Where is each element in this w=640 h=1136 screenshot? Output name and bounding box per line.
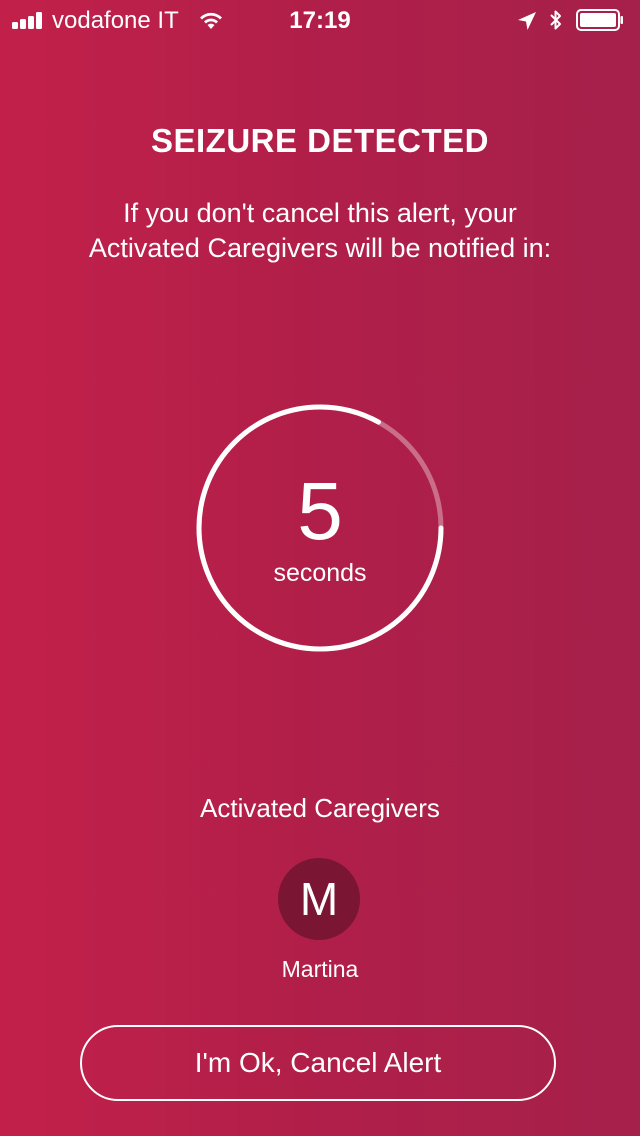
location-arrow-icon bbox=[518, 12, 536, 30]
cancel-alert-button[interactable]: I'm Ok, Cancel Alert bbox=[80, 1025, 556, 1101]
bluetooth-icon bbox=[550, 10, 561, 30]
caregivers-heading: Activated Caregivers bbox=[200, 793, 440, 823]
avatar: M bbox=[278, 858, 360, 940]
alert-title: SEIZURE DETECTED bbox=[150, 122, 490, 159]
battery-icon bbox=[576, 9, 623, 31]
countdown-timer: 5 seconds bbox=[196, 404, 444, 652]
countdown-value: 5 bbox=[297, 466, 343, 557]
caregiver-name: Martina bbox=[281, 956, 359, 982]
status-bar: vodafone IT 17:19 bbox=[0, 0, 640, 40]
countdown-unit: seconds bbox=[273, 559, 367, 587]
status-time: 17:19 bbox=[289, 7, 351, 34]
alert-message: If you don't cancel this alert, your Act… bbox=[88, 198, 552, 263]
